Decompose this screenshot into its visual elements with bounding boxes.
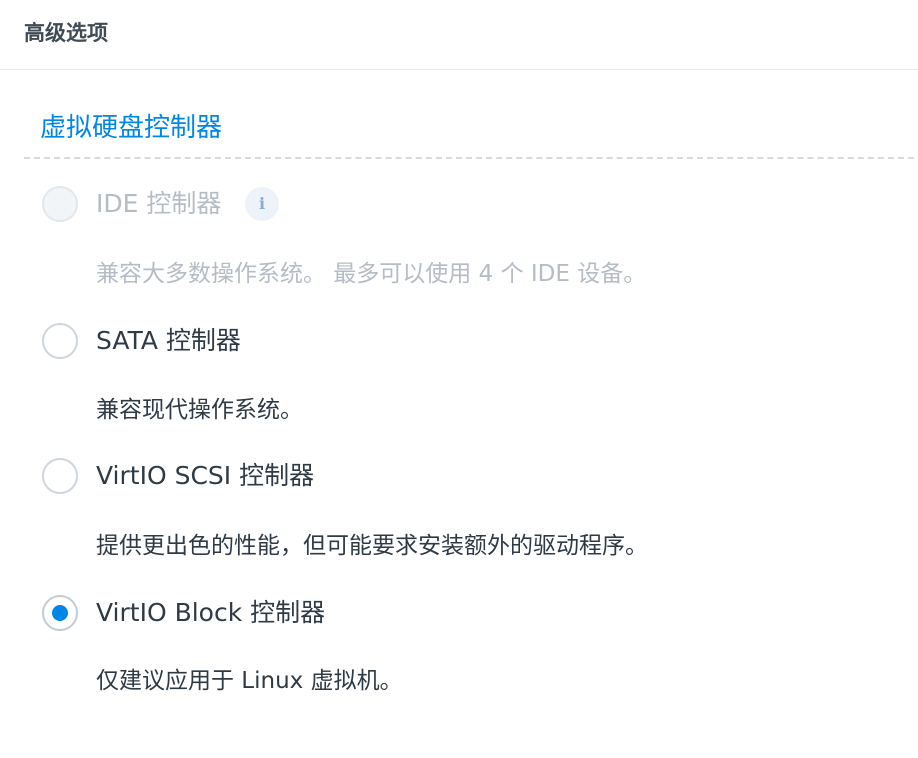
option-virtio-block-controller[interactable]: VirtIO Block 控制器 (40, 593, 900, 633)
radio-ide-controller (42, 186, 78, 222)
option-label-virtio-block[interactable]: VirtIO Block 控制器 (96, 598, 325, 628)
section-title: 虚拟硬盘控制器 (40, 113, 223, 143)
option-description-sata: 兼容现代操作系统。 (96, 397, 303, 423)
info-icon[interactable]: i (245, 187, 279, 221)
radio-selected-dot (52, 605, 68, 621)
option-label-sata[interactable]: SATA 控制器 (96, 326, 241, 356)
option-ide-controller: IDE 控制器 i (40, 184, 900, 224)
option-virtio-scsi-controller[interactable]: VirtIO SCSI 控制器 (40, 456, 900, 496)
radio-sata-controller[interactable] (42, 323, 78, 359)
radio-virtio-scsi-controller[interactable] (42, 458, 78, 494)
header-edge-marker (914, 22, 918, 44)
option-description-virtio-scsi: 提供更出色的性能，但可能要求安装额外的驱动程序。 (96, 533, 648, 559)
section-divider (24, 157, 914, 159)
radio-virtio-block-controller[interactable] (42, 595, 78, 631)
option-description-ide: 兼容大多数操作系统。 最多可以使用 4 个 IDE 设备。 (96, 261, 647, 287)
option-description-virtio-block: 仅建议应用于 Linux 虚拟机。 (96, 668, 403, 694)
option-label-virtio-scsi[interactable]: VirtIO SCSI 控制器 (96, 461, 314, 491)
option-sata-controller[interactable]: SATA 控制器 (40, 321, 900, 361)
header-title: 高级选项 (24, 21, 108, 45)
dialog-header: 高级选项 (0, 0, 918, 70)
option-label-ide: IDE 控制器 (96, 189, 222, 218)
